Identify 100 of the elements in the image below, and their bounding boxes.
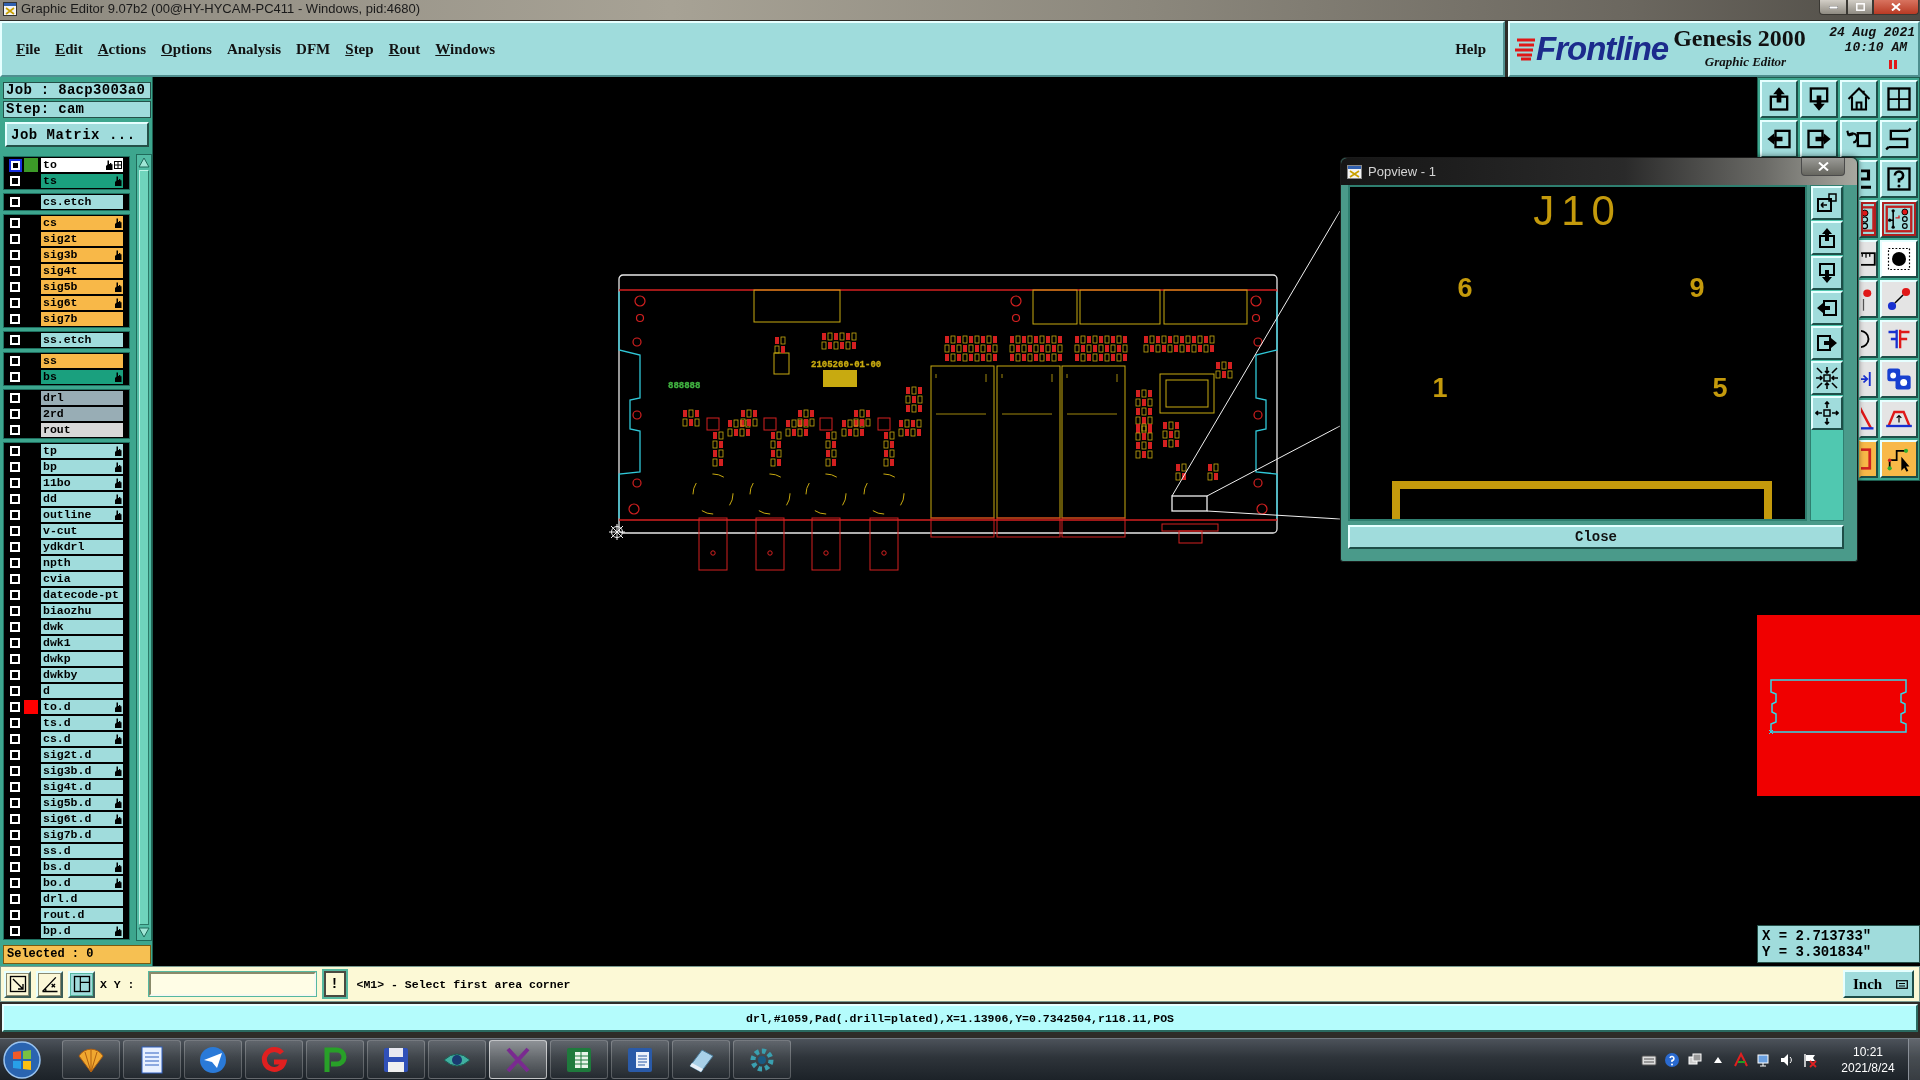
taskbar-button[interactable] bbox=[184, 1040, 242, 1079]
menu-item[interactable]: DFM bbox=[290, 38, 337, 60]
tool-button[interactable] bbox=[1859, 280, 1878, 318]
layer-item[interactable]: ss bbox=[41, 354, 123, 368]
triangle-icon[interactable] bbox=[1733, 1051, 1749, 1068]
tool-button[interactable] bbox=[36, 970, 63, 998]
layer-checkbox[interactable] bbox=[10, 734, 20, 744]
layer-item[interactable]: outline bbox=[41, 508, 123, 522]
layer-checkbox[interactable] bbox=[10, 574, 20, 584]
layer-item[interactable]: sig7b.d bbox=[41, 828, 123, 842]
layer-item[interactable]: dwkby bbox=[41, 668, 123, 682]
flag-icon[interactable] bbox=[1802, 1051, 1818, 1068]
view-tool-button[interactable] bbox=[1811, 361, 1843, 395]
layer-item[interactable]: to.d bbox=[41, 700, 123, 714]
layer-item[interactable]: tp bbox=[41, 444, 123, 458]
layer-item[interactable]: bp.d bbox=[41, 924, 123, 938]
layer-checkbox[interactable] bbox=[10, 526, 20, 536]
tool-button[interactable] bbox=[1840, 120, 1878, 158]
menu-item[interactable]: Options bbox=[155, 38, 218, 60]
tool-button[interactable] bbox=[1880, 200, 1918, 238]
layer-checkbox[interactable] bbox=[10, 702, 20, 712]
layer-checkbox[interactable] bbox=[10, 654, 20, 664]
layer-checkbox[interactable] bbox=[10, 478, 20, 488]
layer-item[interactable]: datecode-pt bbox=[41, 588, 123, 602]
maximize-button[interactable] bbox=[1847, 0, 1873, 15]
layer-item[interactable]: cs bbox=[41, 216, 123, 230]
layer-item[interactable]: biaozhu bbox=[41, 604, 123, 618]
layer-checkbox[interactable] bbox=[10, 558, 20, 568]
taskbar-button[interactable] bbox=[672, 1040, 730, 1079]
layer-checkbox[interactable] bbox=[10, 846, 20, 856]
layer-checkbox[interactable] bbox=[10, 750, 20, 760]
close-button[interactable] bbox=[1873, 0, 1919, 15]
layer-item[interactable]: npth bbox=[41, 556, 123, 570]
layer-item[interactable]: dwk1 bbox=[41, 636, 123, 650]
view-tool-button[interactable] bbox=[1811, 221, 1843, 255]
layer-checkbox[interactable] bbox=[10, 250, 20, 260]
tool-button[interactable] bbox=[1760, 120, 1798, 158]
layer-item[interactable]: d bbox=[41, 684, 123, 698]
menu-item[interactable]: Edit bbox=[49, 38, 89, 60]
tool-button[interactable] bbox=[1880, 360, 1918, 398]
layer-checkbox[interactable] bbox=[10, 176, 20, 186]
layer-item[interactable]: ydkdrl bbox=[41, 540, 123, 554]
layer-checkbox[interactable] bbox=[10, 314, 20, 324]
scrollbar-thumb[interactable] bbox=[139, 170, 149, 925]
tool-button[interactable] bbox=[1859, 360, 1878, 398]
tool-button[interactable] bbox=[1859, 320, 1878, 358]
layer-checkbox[interactable] bbox=[10, 425, 20, 435]
layer-checkbox[interactable] bbox=[10, 282, 20, 292]
layer-item[interactable]: ts.d bbox=[41, 716, 123, 730]
layer-item[interactable]: sig7b bbox=[41, 312, 123, 326]
tool-button[interactable] bbox=[1859, 160, 1878, 198]
tool-button[interactable] bbox=[1880, 320, 1918, 358]
layer-item[interactable]: drl bbox=[41, 391, 123, 405]
layer-item[interactable]: cs.etch bbox=[41, 195, 123, 209]
minimize-button[interactable] bbox=[1819, 0, 1847, 15]
tool-button[interactable] bbox=[1880, 120, 1918, 158]
layer-checkbox[interactable] bbox=[10, 266, 20, 276]
layer-checkbox[interactable] bbox=[10, 814, 20, 824]
close-button[interactable] bbox=[1801, 158, 1845, 176]
windows-stack-icon[interactable] bbox=[1687, 1051, 1703, 1068]
layer-item[interactable]: v-cut bbox=[41, 524, 123, 538]
layer-checkbox[interactable] bbox=[10, 298, 20, 308]
layer-checkbox[interactable] bbox=[10, 638, 20, 648]
layer-item[interactable]: dwkp bbox=[41, 652, 123, 666]
tool-button[interactable] bbox=[1880, 280, 1918, 318]
layer-checkbox[interactable] bbox=[10, 894, 20, 904]
layer-checkbox[interactable] bbox=[10, 606, 20, 616]
layer-checkbox[interactable] bbox=[10, 510, 20, 520]
layer-checkbox[interactable] bbox=[10, 462, 20, 472]
view-tool-button[interactable] bbox=[1811, 326, 1843, 360]
layer-item[interactable]: drl.d bbox=[41, 892, 123, 906]
taskbar-button[interactable] bbox=[489, 1040, 547, 1079]
tool-button[interactable] bbox=[68, 970, 95, 998]
layer-checkbox[interactable] bbox=[10, 335, 20, 345]
layer-item[interactable]: rout bbox=[41, 423, 123, 437]
tool-button[interactable] bbox=[1760, 80, 1798, 118]
layer-checkbox[interactable] bbox=[10, 372, 20, 382]
layer-checkbox[interactable] bbox=[10, 234, 20, 244]
layer-checkbox[interactable] bbox=[10, 622, 20, 632]
layer-checkbox[interactable] bbox=[10, 409, 20, 419]
layer-item[interactable]: sig6t bbox=[41, 296, 123, 310]
layer-checkbox[interactable] bbox=[10, 393, 20, 403]
layer-item[interactable]: dwk bbox=[41, 620, 123, 634]
layer-item[interactable]: cvia bbox=[41, 572, 123, 586]
menu-item[interactable]: Actions bbox=[91, 38, 153, 60]
layer-checkbox[interactable] bbox=[10, 830, 20, 840]
layer-item[interactable]: sig6t.d bbox=[41, 812, 123, 826]
tool-button[interactable] bbox=[1859, 440, 1878, 478]
layer-item[interactable]: sig3b bbox=[41, 248, 123, 262]
layer-item[interactable]: bp bbox=[41, 460, 123, 474]
layer-checkbox[interactable] bbox=[10, 718, 20, 728]
layer-checkbox[interactable] bbox=[10, 926, 20, 936]
tool-button[interactable] bbox=[1880, 80, 1918, 118]
tool-button[interactable] bbox=[1880, 240, 1918, 278]
layer-item[interactable]: ss.d bbox=[41, 844, 123, 858]
layer-item[interactable]: cs.d bbox=[41, 732, 123, 746]
layer-item[interactable]: 2rd bbox=[41, 407, 123, 421]
layer-checkbox[interactable] bbox=[10, 782, 20, 792]
layer-checkbox[interactable] bbox=[10, 670, 20, 680]
layer-checkbox[interactable] bbox=[10, 218, 20, 228]
